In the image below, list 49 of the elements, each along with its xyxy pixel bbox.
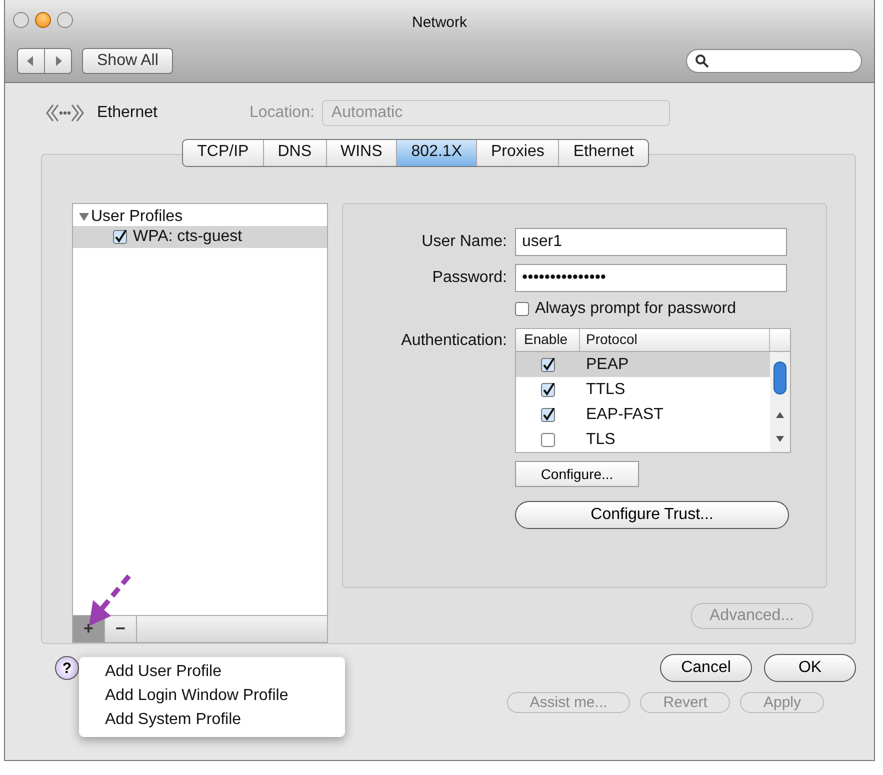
profile-item[interactable]: WPA: cts-guest [73,226,327,248]
column-header[interactable]: Protocol [580,329,770,351]
tab[interactable]: DNS [264,140,326,166]
zoom-button[interactable] [57,12,73,28]
tab[interactable]: Proxies [477,140,560,166]
table-row[interactable]: TTLS [516,377,770,402]
checkbox[interactable] [515,302,529,316]
tab[interactable]: 802.1X [397,140,477,166]
enable-checkbox[interactable] [541,432,555,446]
protocol-name: PEAP [585,356,629,374]
scrollbar[interactable] [770,352,790,452]
checkbox-label: Always prompt for password [535,300,736,318]
close-button[interactable] [13,12,29,28]
location-label: Location: [249,104,314,122]
column-header[interactable]: Enable [516,329,580,351]
profile-label: WPA: cts-guest [133,228,242,246]
minimize-button[interactable] [35,12,51,28]
search-icon [695,54,709,68]
menu-item[interactable]: Add User Profile [79,660,345,684]
window-title: Network [412,14,467,31]
menu-item[interactable]: Add System Profile [79,708,345,732]
configure-button[interactable]: Configure... [515,461,639,487]
menu-item[interactable]: Add Login Window Profile [79,684,345,708]
table-row[interactable]: TLS [516,427,770,452]
field-label: Authentication: [400,331,508,351]
protocol-name: EAP-FAST [585,406,664,424]
tab[interactable]: Ethernet [559,140,648,166]
enable-checkbox[interactable] [541,408,555,422]
configure-trust-button[interactable]: Configure Trust... [515,501,789,529]
cancel-button[interactable]: Cancel [660,654,752,682]
field-label: Password: [431,269,508,287]
disclosure-triangle-icon[interactable] [79,212,89,222]
password-field[interactable]: ••••••••••••••• [515,264,787,292]
enable-checkbox[interactable] [541,382,555,396]
enable-checkbox[interactable] [541,358,555,372]
table-row[interactable]: EAP-FAST [516,402,770,427]
protocol-name: TTLS [585,380,626,398]
protocol-name: TLS [585,430,616,448]
search-field[interactable] [686,49,862,73]
ok-button[interactable]: OK [764,654,856,682]
group-label: User Profiles [91,208,183,226]
show-all-button[interactable]: Show All [82,48,174,74]
table-row[interactable]: PEAP [516,352,770,377]
ethernet-icon [45,102,85,124]
profile-checkbox[interactable] [113,230,127,244]
help-button[interactable]: ? [55,656,79,680]
field-label: User Name: [420,233,508,251]
user-name-field[interactable]: user1 [515,228,787,256]
service-name: Ethernet [97,104,158,122]
